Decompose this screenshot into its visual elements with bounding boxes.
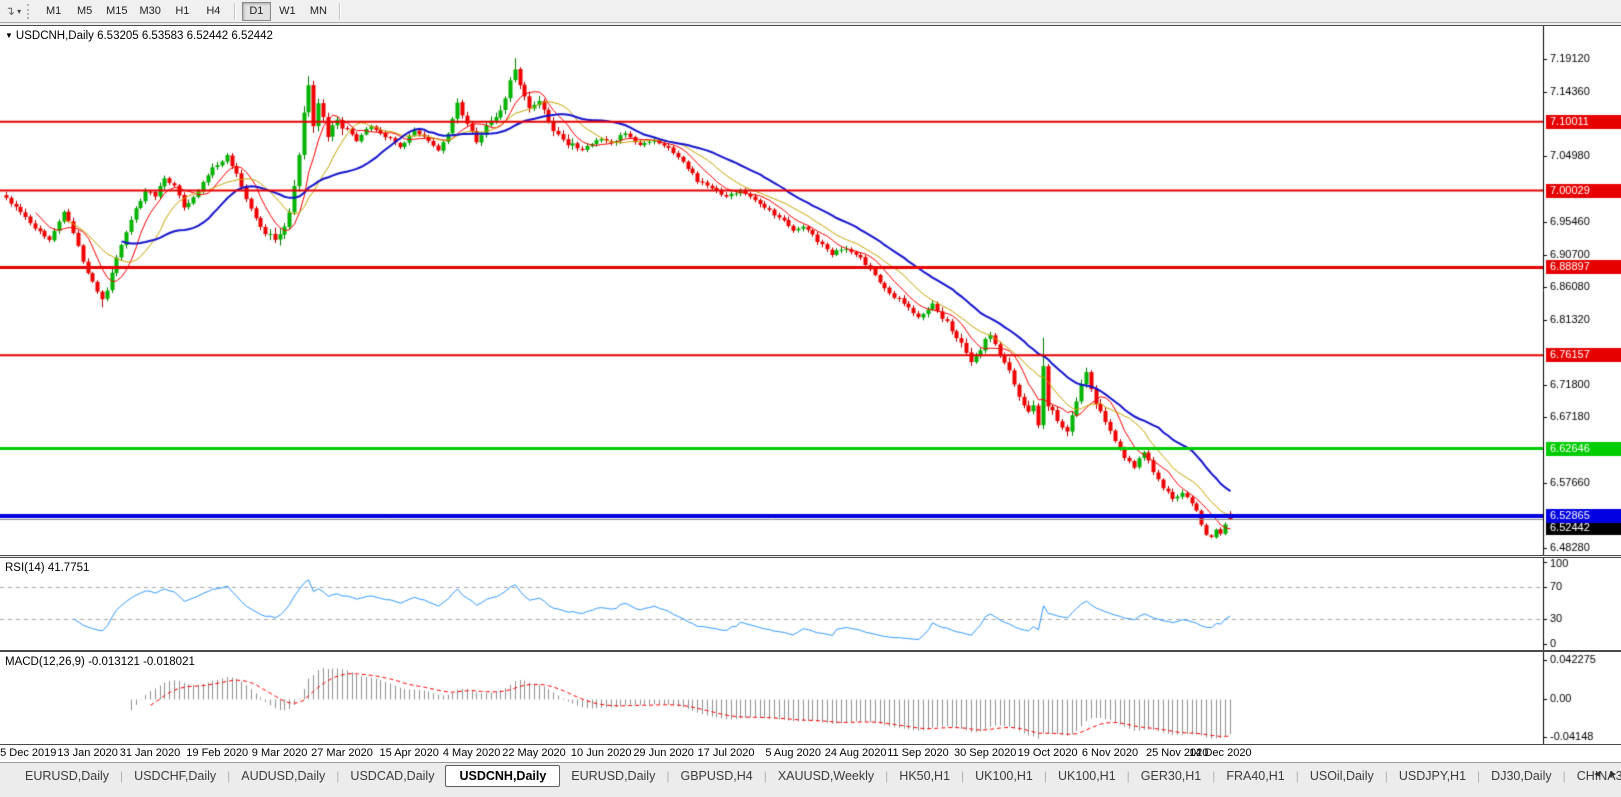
window-bottom-strip: [0, 789, 1621, 797]
timeframe-button-M1[interactable]: M1: [39, 2, 68, 21]
chart-ohlc-values: 6.53205 6.53583 6.52442 6.52442: [97, 30, 273, 42]
timeframe-button-MN[interactable]: MN: [304, 2, 333, 21]
tab-scroll-left-icon[interactable]: ◄: [1592, 766, 1602, 784]
timeframe-button-H4[interactable]: H4: [199, 2, 228, 21]
rsi-canvas[interactable]: [0, 558, 1621, 650]
timeframe-button-D1[interactable]: D1: [242, 2, 271, 21]
toolbar-separator: [339, 3, 341, 20]
chart-tab-gbpusd-h4[interactable]: GBPUSD,H4: [669, 766, 763, 786]
tab-scroll-right-icon[interactable]: ►: [1608, 766, 1618, 784]
macd-indicator-label: MACD(12,26,9) -0.013121 -0.018021: [5, 656, 195, 668]
toolbar-grip[interactable]: [27, 4, 31, 19]
timeframe-button-M30[interactable]: M30: [134, 2, 165, 21]
date-label: 14 Dec 2020: [1189, 747, 1251, 759]
date-label: 10 Jun 2020: [571, 747, 632, 759]
date-label: 19 Oct 2020: [1018, 747, 1078, 759]
chart-tab-usdchf-daily[interactable]: USDCHF,Daily: [123, 766, 227, 786]
date-label: 15 Apr 2020: [380, 747, 439, 759]
rsi-indicator-pane: RSI(14) 41.7751: [0, 557, 1621, 651]
date-label: 22 May 2020: [502, 747, 566, 759]
date-label: 6 Nov 2020: [1082, 747, 1138, 759]
macd-indicator-pane: MACD(12,26,9) -0.013121 -0.018021: [0, 651, 1621, 745]
chart-tab-audusd-daily[interactable]: AUDUSD,Daily: [230, 766, 336, 786]
date-label: 25 Dec 2019: [0, 747, 56, 759]
chart-tab-hk50-h1[interactable]: HK50,H1: [888, 766, 961, 786]
date-label: 19 Feb 2020: [186, 747, 248, 759]
timeframe-toolbar: ↴ ▾ M1M5M15M30H1H4 D1W1MN: [0, 0, 1621, 23]
date-label: 27 Mar 2020: [311, 747, 373, 759]
toolbar-separator: [234, 3, 236, 20]
timeframe-button-W1[interactable]: W1: [273, 2, 302, 21]
date-label: 24 Aug 2020: [825, 747, 887, 759]
chart-tab-uk100-h1[interactable]: UK100,H1: [964, 766, 1044, 786]
chart-tab-ger30-h1[interactable]: GER30,H1: [1130, 766, 1212, 786]
timeframe-button-M15[interactable]: M15: [101, 2, 132, 21]
date-label: 13 Jan 2020: [57, 747, 118, 759]
timeframe-buttons: M1M5M15M30H1H4 D1W1MN: [38, 2, 346, 21]
date-label: 4 May 2020: [443, 747, 500, 759]
date-label: 31 Jan 2020: [120, 747, 181, 759]
date-label: 17 Jul 2020: [698, 747, 755, 759]
date-label: 11 Sep 2020: [887, 747, 949, 759]
chevron-down-icon[interactable]: ▾: [16, 7, 24, 16]
rsi-indicator-label: RSI(14) 41.7751: [5, 562, 89, 574]
macd-canvas[interactable]: [0, 652, 1621, 744]
chart-tab-eurusd-daily[interactable]: EURUSD,Daily: [560, 766, 666, 786]
chart-symbol-period: USDCNH,Daily: [16, 30, 94, 42]
chart-tab-usdcnh-daily[interactable]: USDCNH,Daily: [445, 765, 560, 787]
chart-tab-usdjpy-h1[interactable]: USDJPY,H1: [1388, 766, 1477, 786]
tab-scroll-controls: ◄ ►: [1592, 766, 1618, 784]
date-label: 9 Mar 2020: [252, 747, 308, 759]
main-chart-pane: ▼USDCNH,Daily 6.53205 6.53583 6.52442 6.…: [0, 25, 1621, 556]
chart-tab-dj30-daily[interactable]: DJ30,Daily: [1480, 766, 1562, 786]
date-axis: 25 Dec 201913 Jan 202031 Jan 2020 19 Feb …: [0, 745, 1621, 762]
date-label: 29 Jun 2020: [633, 747, 694, 759]
chart-tool-icon[interactable]: ↴: [0, 1, 16, 21]
chart-tab-eurusd-daily[interactable]: EURUSD,Daily: [14, 766, 120, 786]
chart-title: ▼USDCNH,Daily 6.53205 6.53583 6.52442 6.…: [5, 30, 273, 42]
date-label: 30 Sep 2020: [954, 747, 1016, 759]
timeframe-button-H1[interactable]: H1: [168, 2, 197, 21]
main-chart-canvas[interactable]: [0, 26, 1621, 555]
chart-tab-usoil-daily[interactable]: USOil,Daily: [1299, 766, 1385, 786]
chart-tab-bar: EURUSD,Daily|USDCHF,Daily|AUDUSD,Daily|U…: [0, 762, 1621, 789]
chart-tab-xauusd-weekly[interactable]: XAUUSD,Weekly: [767, 766, 885, 786]
chart-tab-uk100-h1[interactable]: UK100,H1: [1047, 766, 1127, 786]
chart-tab-fra40-h1[interactable]: FRA40,H1: [1215, 766, 1295, 786]
collapse-arrow-icon[interactable]: ▼: [5, 31, 13, 40]
timeframe-button-M5[interactable]: M5: [70, 2, 99, 21]
date-label: 5 Aug 2020: [765, 747, 821, 759]
chart-tab-usdcad-daily[interactable]: USDCAD,Daily: [339, 766, 445, 786]
